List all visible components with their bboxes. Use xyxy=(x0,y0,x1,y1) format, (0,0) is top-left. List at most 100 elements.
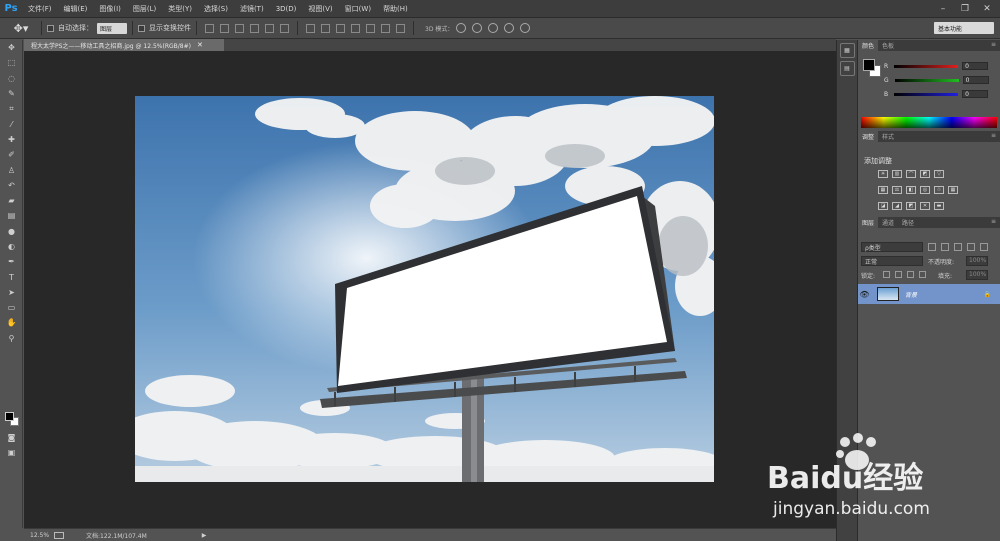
menu-filter[interactable]: 滤镜(T) xyxy=(234,4,270,14)
show-transform-option[interactable]: 显示变换控件 xyxy=(138,23,191,33)
fill-field[interactable]: 100% xyxy=(966,270,988,280)
clone-stamp-tool-icon[interactable]: ♙ xyxy=(0,162,23,177)
filter-shape-icon[interactable] xyxy=(967,243,975,251)
lock-transparent-icon[interactable] xyxy=(883,271,890,278)
menu-layer[interactable]: 图层(L) xyxy=(127,4,162,14)
menu-file[interactable]: 文件(F) xyxy=(22,4,58,14)
rotate-3d-icon[interactable] xyxy=(456,23,467,33)
panel-menu-icon[interactable]: ≡ xyxy=(991,218,996,225)
channel-mixer-icon[interactable]: ♲ xyxy=(934,186,944,194)
minimize-button[interactable]: – xyxy=(932,0,954,18)
slide-3d-icon[interactable] xyxy=(504,23,515,33)
lasso-tool-icon[interactable]: ◌ xyxy=(0,71,23,86)
menu-window[interactable]: 窗口(W) xyxy=(339,4,377,14)
lock-position-icon[interactable] xyxy=(907,271,914,278)
opacity-field[interactable]: 100% xyxy=(966,256,988,266)
distribute-top-icon[interactable] xyxy=(306,23,315,33)
auto-select-dropdown[interactable]: 图层 xyxy=(97,22,127,34)
pen-tool-icon[interactable]: ✒ xyxy=(0,254,23,269)
threshold-icon[interactable]: ◩ xyxy=(906,202,916,210)
move-tool-icon[interactable]: ✥ xyxy=(0,40,23,55)
show-transform-checkbox[interactable] xyxy=(138,24,145,32)
menu-edit[interactable]: 编辑(E) xyxy=(58,4,94,14)
curves-icon[interactable]: ⌒ xyxy=(906,170,916,178)
blue-slider[interactable] xyxy=(894,92,959,96)
hue-saturation-icon[interactable]: ▦ xyxy=(878,186,888,194)
filter-adjustment-icon[interactable] xyxy=(941,243,949,251)
distribute-bottom-icon[interactable] xyxy=(336,23,345,33)
history-brush-tool-icon[interactable]: ↶ xyxy=(0,178,23,193)
status-share-icon[interactable] xyxy=(54,531,64,539)
selective-color-icon[interactable]: ✕ xyxy=(920,202,930,210)
eyedropper-tool-icon[interactable]: ⁄ xyxy=(0,116,23,131)
hand-tool-icon[interactable]: ✋ xyxy=(0,315,23,330)
properties-panel-icon[interactable]: ▤ xyxy=(839,61,855,76)
close-icon[interactable]: ✕ xyxy=(197,41,203,49)
vibrance-icon[interactable]: ▽ xyxy=(934,170,944,178)
distribute-vcenter-icon[interactable] xyxy=(321,23,330,33)
align-top-icon[interactable] xyxy=(205,23,214,33)
filter-pixel-icon[interactable] xyxy=(928,243,936,251)
document-tab[interactable]: 程大太学PS之——移动工具之招商.jpg @ 12.5%(RGB/8#) ✕ xyxy=(24,39,224,51)
crop-tool-icon[interactable]: ⌗ xyxy=(0,101,23,116)
filter-smart-object-icon[interactable] xyxy=(980,243,988,251)
tab-styles[interactable]: 样式 xyxy=(878,131,898,142)
menu-help[interactable]: 帮助(H) xyxy=(377,4,414,14)
auto-align-icon[interactable] xyxy=(396,23,405,33)
workspace-dropdown[interactable]: 基本功能 xyxy=(934,22,994,34)
auto-select-checkbox[interactable] xyxy=(47,24,54,32)
red-slider[interactable] xyxy=(894,64,959,68)
tab-paths[interactable]: 路径 xyxy=(898,217,918,228)
menu-image[interactable]: 图像(I) xyxy=(93,4,127,14)
tab-swatches[interactable]: 色板 xyxy=(878,40,898,51)
restore-button[interactable]: ❐ xyxy=(954,0,976,18)
type-tool-icon[interactable]: T xyxy=(0,269,23,284)
foreground-color-swatch[interactable] xyxy=(863,59,875,71)
marquee-tool-icon[interactable]: ⬚ xyxy=(0,55,23,70)
scale-3d-icon[interactable] xyxy=(520,23,531,33)
invert-icon[interactable]: ◪ xyxy=(878,202,888,210)
move-tool-preset-icon[interactable]: ✥▾ xyxy=(6,20,36,37)
posterize-icon[interactable]: ◢ xyxy=(892,202,902,210)
dodge-tool-icon[interactable]: ◐ xyxy=(0,239,23,254)
green-value[interactable]: 0 xyxy=(962,76,989,84)
zoom-tool-icon[interactable]: ⚲ xyxy=(0,331,23,346)
tab-layers[interactable]: 图层 xyxy=(858,217,879,228)
zoom-level[interactable]: 12.5% xyxy=(24,532,54,539)
align-left-icon[interactable] xyxy=(250,23,259,33)
photo-filter-icon[interactable]: ◎ xyxy=(920,186,930,194)
status-menu-arrow[interactable]: ▶ xyxy=(202,532,207,539)
history-panel-icon[interactable]: ▦ xyxy=(839,43,855,58)
levels-icon[interactable]: ▥ xyxy=(892,170,902,178)
brush-tool-icon[interactable]: ✐ xyxy=(0,147,23,162)
foreground-color-swatch[interactable] xyxy=(5,412,14,421)
red-value[interactable]: 0 xyxy=(962,62,989,70)
exposure-icon[interactable]: ◩ xyxy=(920,170,930,178)
align-bottom-icon[interactable] xyxy=(235,23,244,33)
canvas-area[interactable] xyxy=(24,51,836,528)
lock-all-icon[interactable] xyxy=(919,271,926,278)
menu-select[interactable]: 选择(S) xyxy=(198,4,234,14)
gradient-map-icon[interactable]: ▬ xyxy=(934,202,944,210)
close-button[interactable]: ✕ xyxy=(976,0,998,18)
align-hcenter-icon[interactable] xyxy=(265,23,274,33)
tab-adjustments[interactable]: 调整 xyxy=(858,131,879,142)
menu-view[interactable]: 视图(V) xyxy=(302,4,338,14)
distribute-right-icon[interactable] xyxy=(381,23,390,33)
path-select-tool-icon[interactable]: ➤ xyxy=(0,285,23,300)
screen-mode-icon[interactable]: ▣ xyxy=(0,445,23,460)
align-vcenter-icon[interactable] xyxy=(220,23,229,33)
tab-color[interactable]: 颜色 xyxy=(858,40,879,51)
lock-image-icon[interactable] xyxy=(895,271,902,278)
blend-mode-dropdown[interactable]: 正常 xyxy=(861,256,923,266)
gradient-tool-icon[interactable]: ▤ xyxy=(0,208,23,223)
layer-name[interactable]: 背景 xyxy=(905,290,917,299)
color-spectrum[interactable] xyxy=(861,117,997,128)
eye-icon[interactable]: 👁 xyxy=(858,290,871,299)
document-image[interactable] xyxy=(135,96,714,482)
layer-filter-dropdown[interactable]: ρ类型 xyxy=(861,242,923,252)
shape-tool-icon[interactable]: ▭ xyxy=(0,300,23,315)
healing-brush-tool-icon[interactable]: ✚ xyxy=(0,132,23,147)
align-right-icon[interactable] xyxy=(280,23,289,33)
blue-value[interactable]: 0 xyxy=(962,90,989,98)
